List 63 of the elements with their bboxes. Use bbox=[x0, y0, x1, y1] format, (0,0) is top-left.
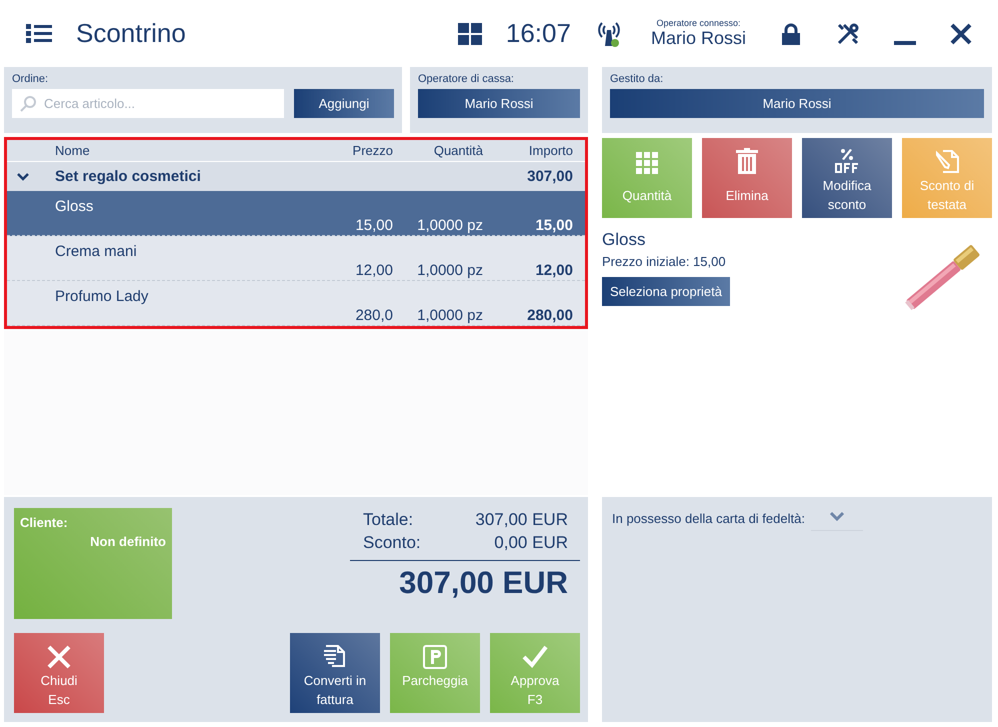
tools-icon[interactable] bbox=[836, 22, 860, 46]
product-name: Gloss bbox=[602, 230, 646, 250]
item-row[interactable]: Gloss 15,00 1,0000 pz 15,00 bbox=[7, 191, 585, 236]
loyalty-dropdown[interactable] bbox=[810, 511, 863, 531]
parking-sign-icon bbox=[423, 645, 447, 669]
action-button[interactable]: Chiudi Esc bbox=[14, 633, 104, 713]
cashier-button[interactable]: Mario Rossi bbox=[418, 89, 580, 118]
item-quantity: 1,0000 pz bbox=[416, 216, 483, 234]
add-button[interactable]: Aggiungi bbox=[294, 89, 394, 118]
item-name: Crema mani bbox=[55, 242, 138, 260]
menu-icon[interactable] bbox=[26, 24, 52, 44]
customer-label: Cliente: bbox=[20, 515, 69, 530]
item-amount: 15,00 bbox=[534, 216, 573, 234]
column-header: Nome bbox=[55, 143, 91, 158]
total-label: Totale: bbox=[363, 509, 414, 531]
item-quantity: 1,0000 pz bbox=[416, 262, 483, 278]
customer-value: Non definito bbox=[90, 534, 166, 549]
manager-label: Gestito da: bbox=[610, 73, 664, 85]
checkmark-icon bbox=[522, 645, 548, 669]
cashier-label: Operatore di cassa: bbox=[418, 73, 515, 85]
lock-icon[interactable] bbox=[780, 22, 802, 44]
action-button[interactable]: Converti in fattura bbox=[290, 633, 380, 713]
function-tile[interactable]: Elimina bbox=[702, 138, 792, 218]
operator-name: Mario Rossi bbox=[650, 28, 746, 49]
grid-icon bbox=[636, 152, 658, 174]
item-name: Profumo Lady bbox=[55, 287, 150, 305]
chevron-down-icon bbox=[830, 511, 844, 521]
group-name: Set regalo cosmetici bbox=[55, 168, 202, 185]
total-value: 307,00 EUR bbox=[475, 509, 568, 531]
manager-button[interactable]: Mario Rossi bbox=[610, 89, 984, 118]
operator-label: Operatore connesso: bbox=[656, 18, 741, 28]
search-field[interactable]: Cerca articolo... bbox=[12, 89, 284, 118]
group-row[interactable]: Set regalo cosmetici 307,00 bbox=[7, 162, 585, 191]
item-quantity: 1,0000 pz bbox=[416, 306, 483, 324]
group-amount: 307,00 bbox=[526, 168, 573, 185]
item-amount: 12,00 bbox=[534, 262, 573, 278]
order-label: Ordine: bbox=[12, 73, 50, 85]
total-label: Sconto: bbox=[363, 532, 421, 554]
item-price: 12,00 bbox=[354, 262, 393, 278]
column-header: Quantità bbox=[432, 143, 483, 158]
column-header: Prezzo bbox=[352, 143, 393, 158]
item-amount: 280,00 bbox=[526, 306, 573, 324]
loyalty-label: In possesso della carta di fedeltà: bbox=[612, 511, 805, 526]
document-lines-icon bbox=[322, 643, 348, 669]
clock-time: 16:07 bbox=[506, 18, 571, 49]
item-price: 280,0 bbox=[354, 306, 393, 324]
select-properties-button[interactable]: Seleziona proprietà bbox=[602, 277, 730, 306]
grand-total: 307,00 EUR bbox=[398, 565, 569, 601]
percent-off-icon bbox=[834, 148, 860, 174]
close-icon bbox=[47, 645, 71, 669]
search-icon bbox=[20, 96, 36, 112]
document-pencil-icon bbox=[934, 148, 960, 174]
screen-title: Scontrino bbox=[76, 18, 187, 49]
function-tile[interactable]: Modifica sconto bbox=[802, 138, 892, 218]
item-name: Gloss bbox=[55, 197, 94, 215]
close-icon[interactable] bbox=[950, 22, 972, 44]
product-price: Prezzo iniziale: 15,00 bbox=[602, 254, 726, 269]
chevron-down-icon[interactable] bbox=[17, 170, 29, 182]
column-header: Importo bbox=[528, 143, 573, 158]
item-price: 15,00 bbox=[354, 216, 393, 234]
tiles-icon[interactable] bbox=[458, 22, 482, 44]
trash-icon bbox=[736, 148, 758, 174]
total-value: 0,00 EUR bbox=[494, 532, 568, 554]
